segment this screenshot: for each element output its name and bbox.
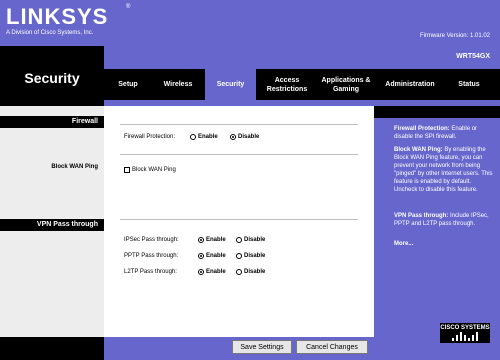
ipsec-disable-radio[interactable]: Disable	[236, 237, 265, 243]
registered-mark: ®	[126, 4, 131, 10]
vpn-pass-through-heading: VPN Pass through	[0, 219, 104, 231]
help-panel	[374, 106, 500, 360]
more-link[interactable]: More...	[394, 240, 494, 248]
help-panel-header	[374, 106, 500, 118]
main-content: Firewall Protection: Enable Disable Bloc…	[104, 106, 374, 360]
radio-selected-icon	[230, 134, 236, 140]
divider	[120, 219, 358, 220]
tab-applications-gaming[interactable]: Applications & Gaming	[318, 69, 374, 100]
radio-icon	[236, 269, 242, 275]
cancel-changes-button[interactable]: Cancel Changes	[296, 340, 368, 354]
tab-administration[interactable]: Administration	[378, 69, 442, 100]
help-firewall: Firewall Protection: Enable or disable t…	[394, 126, 478, 140]
l2tp-enable-radio[interactable]: Enable	[198, 269, 226, 275]
tab-wireless[interactable]: Wireless	[155, 69, 201, 100]
firmware-version: Firmware Version: 1.01.02	[419, 33, 490, 39]
radio-icon	[190, 134, 196, 140]
pptp-disable-radio[interactable]: Disable	[236, 253, 265, 259]
tab-setup[interactable]: Setup	[108, 69, 148, 100]
divider	[120, 154, 358, 155]
model-name: WRT54GX	[456, 53, 490, 60]
tab-access-restrictions[interactable]: Access Restrictions	[260, 69, 314, 100]
radio-selected-icon	[198, 269, 204, 275]
radio-icon	[236, 237, 242, 243]
tab-status[interactable]: Status	[448, 69, 490, 100]
page-title: Security	[24, 70, 80, 86]
firewall-enable-radio[interactable]: Enable	[190, 134, 218, 140]
left-footer	[0, 337, 104, 360]
radio-icon	[236, 253, 242, 259]
logo-subtitle: A Division of Cisco Systems, Inc.	[6, 30, 94, 36]
firewall-heading: Firewall	[0, 116, 104, 128]
ipsec-enable-radio[interactable]: Enable	[198, 237, 226, 243]
block-wan-ping-heading: Block WAN Ping	[51, 164, 98, 170]
linksys-logo: LINKSYS	[6, 4, 109, 29]
checkbox-icon	[124, 167, 130, 173]
firewall-disable-radio[interactable]: Disable	[230, 134, 259, 140]
save-settings-button[interactable]: Save Settings	[232, 340, 292, 354]
tab-security[interactable]: Security	[205, 69, 256, 100]
pptp-label: PPTP Pass through:	[124, 253, 179, 259]
l2tp-label: L2TP Pass through:	[124, 269, 177, 275]
left-column: Firewall Block WAN Ping VPN Pass through	[0, 106, 104, 360]
radio-selected-icon	[198, 237, 204, 243]
divider	[120, 124, 358, 125]
block-wan-ping-checkbox[interactable]: Block WAN Ping	[124, 167, 176, 173]
cisco-bridge-icon	[452, 332, 478, 341]
ipsec-label: IPSec Pass through:	[124, 237, 179, 243]
model-bar	[104, 46, 500, 69]
help-block-wan: Block WAN Ping: By enabling the Block WA…	[394, 147, 493, 193]
help-vpn: VPN Pass through: Include IPSec, PPTP an…	[394, 213, 489, 227]
pptp-enable-radio[interactable]: Enable	[198, 253, 226, 259]
l2tp-disable-radio[interactable]: Disable	[236, 269, 265, 275]
firewall-protection-label: Firewall Protection:	[124, 134, 176, 140]
radio-selected-icon	[198, 253, 204, 259]
